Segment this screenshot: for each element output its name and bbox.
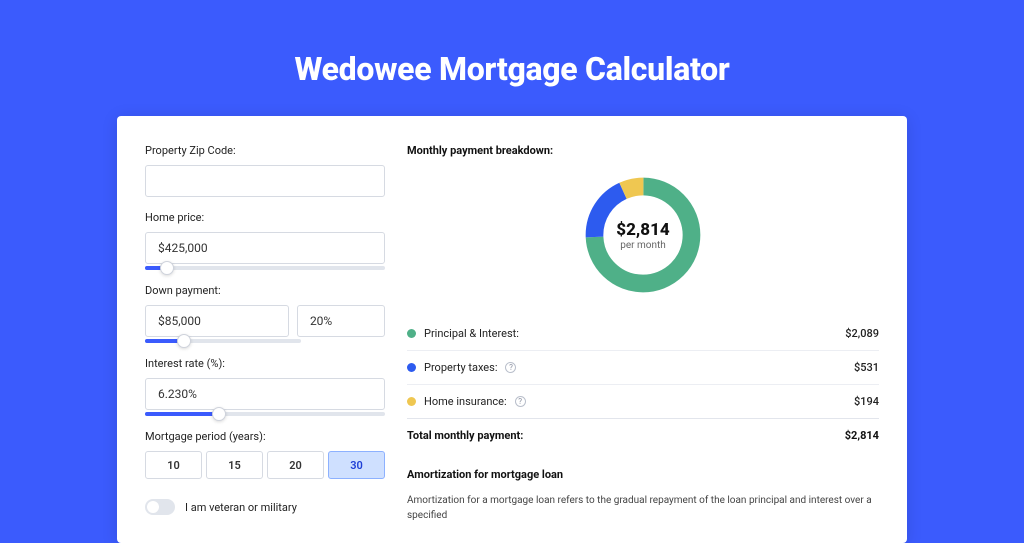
interest-field: Interest rate (%): xyxy=(145,357,385,416)
interest-input[interactable] xyxy=(145,378,385,410)
home-price-field: Home price: xyxy=(145,211,385,270)
period-label: Mortgage period (years): xyxy=(145,430,385,443)
donut-wrap: $2,814 per month xyxy=(407,171,879,299)
down-payment-label: Down payment: xyxy=(145,284,385,297)
total-value: $2,814 xyxy=(845,429,879,442)
veteran-toggle[interactable] xyxy=(145,499,175,515)
breakdown-title: Monthly payment breakdown: xyxy=(407,144,879,157)
zip-label: Property Zip Code: xyxy=(145,144,385,157)
home-price-input[interactable] xyxy=(145,232,385,264)
legend-left: Principal & Interest: xyxy=(407,327,519,340)
slider-thumb[interactable] xyxy=(177,334,191,348)
period-field: Mortgage period (years): 10152030 xyxy=(145,430,385,479)
legend-swatch xyxy=(407,363,416,372)
period-button-30[interactable]: 30 xyxy=(328,451,385,479)
slider-thumb[interactable] xyxy=(160,261,174,275)
legend-left: Property taxes:? xyxy=(407,361,516,374)
slider-thumb[interactable] xyxy=(212,407,226,421)
calculator-card: Property Zip Code: Home price: Down paym… xyxy=(117,116,907,543)
form-panel: Property Zip Code: Home price: Down paym… xyxy=(145,144,385,523)
down-payment-field: Down payment: xyxy=(145,284,385,343)
zip-input[interactable] xyxy=(145,165,385,197)
legend: Principal & Interest: $2,089 Property taxe… xyxy=(407,317,879,418)
amortization-title: Amortization for mortgage loan xyxy=(407,468,879,481)
legend-row: Property taxes:? $531 xyxy=(407,351,879,385)
legend-label: Property taxes: xyxy=(424,361,497,374)
period-buttons: 10152030 xyxy=(145,451,385,479)
amortization-text: Amortization for a mortgage loan refers … xyxy=(407,493,879,523)
help-icon[interactable]: ? xyxy=(505,362,516,373)
donut-chart: $2,814 per month xyxy=(579,171,707,299)
legend-value: $2,089 xyxy=(845,327,879,340)
home-price-slider[interactable] xyxy=(145,266,385,270)
breakdown-panel: Monthly payment breakdown: $2,814 per mo… xyxy=(407,144,879,523)
help-icon[interactable]: ? xyxy=(515,396,526,407)
total-row: Total monthly payment: $2,814 xyxy=(407,418,879,456)
period-button-15[interactable]: 15 xyxy=(206,451,263,479)
legend-label: Home insurance: xyxy=(424,395,507,408)
veteran-toggle-row: I am veteran or military xyxy=(145,499,385,515)
zip-field: Property Zip Code: xyxy=(145,144,385,197)
down-payment-input[interactable] xyxy=(145,305,289,337)
total-label: Total monthly payment: xyxy=(407,429,523,442)
page-title: Wedowee Mortgage Calculator xyxy=(0,0,1024,116)
legend-swatch xyxy=(407,397,416,406)
period-button-10[interactable]: 10 xyxy=(145,451,202,479)
donut-per: per month xyxy=(620,240,666,251)
legend-row: Principal & Interest: $2,089 xyxy=(407,317,879,351)
interest-label: Interest rate (%): xyxy=(145,357,385,370)
toggle-knob xyxy=(147,501,159,513)
legend-swatch xyxy=(407,329,416,338)
legend-label: Principal & Interest: xyxy=(424,327,519,340)
down-payment-pct-input[interactable] xyxy=(297,305,385,337)
legend-value: $194 xyxy=(854,395,879,408)
legend-value: $531 xyxy=(854,361,879,374)
down-payment-slider[interactable] xyxy=(145,339,301,343)
donut-center: $2,814 per month xyxy=(579,171,707,299)
donut-amount: $2,814 xyxy=(616,220,669,240)
slider-fill xyxy=(145,412,219,416)
home-price-label: Home price: xyxy=(145,211,385,224)
legend-row: Home insurance:? $194 xyxy=(407,385,879,418)
period-button-20[interactable]: 20 xyxy=(267,451,324,479)
legend-left: Home insurance:? xyxy=(407,395,526,408)
interest-slider[interactable] xyxy=(145,412,385,416)
